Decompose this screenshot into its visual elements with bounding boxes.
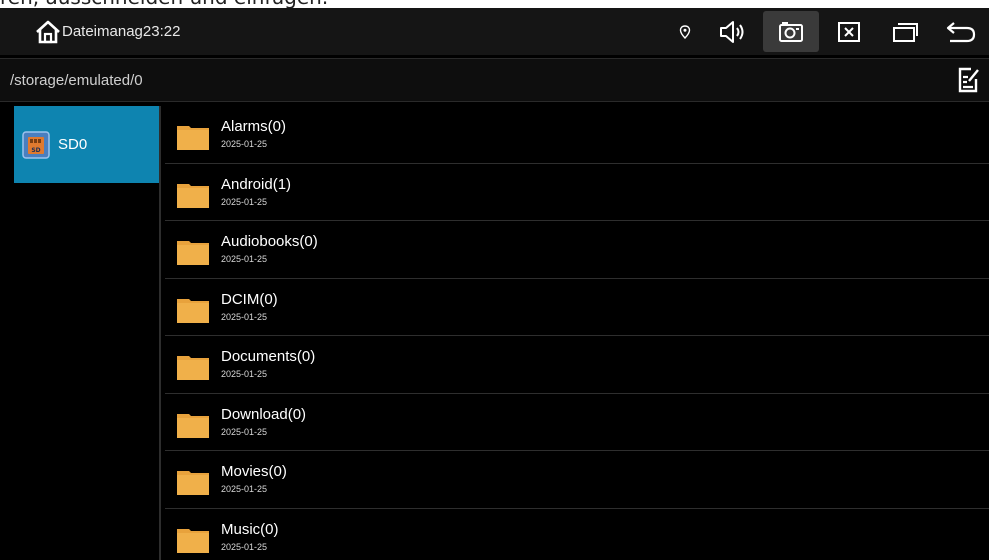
folder-name: Audiobooks(0) — [221, 233, 318, 251]
folder-icon — [177, 413, 209, 438]
sidebar-item-sd0[interactable]: SD SD0 — [14, 106, 159, 183]
list-item[interactable]: Movies(0) 2025-01-25 — [165, 451, 989, 509]
volume-button[interactable] — [705, 8, 761, 55]
current-path: /storage/emulated/0 — [10, 71, 143, 89]
folder-date: 2025-01-25 — [221, 139, 268, 150]
back-icon — [946, 21, 976, 42]
folder-date: 2025-01-25 — [221, 369, 268, 380]
file-manager-screen: Dateimanag 23:22 /storage/emulated/0 SD … — [0, 8, 989, 560]
sd-card-icon: SD — [22, 130, 50, 159]
folder-icon — [177, 241, 209, 266]
folder-icon — [177, 529, 209, 554]
folder-icon — [177, 356, 209, 381]
folder-date: 2025-01-25 — [221, 196, 268, 207]
folder-name: Movies(0) — [221, 463, 287, 481]
edit-button[interactable] — [949, 58, 989, 102]
folder-icon — [177, 183, 209, 208]
list-item[interactable]: Android(1) 2025-01-25 — [165, 164, 989, 221]
folder-date: 2025-01-25 — [221, 426, 268, 437]
screenshot-icon — [779, 21, 803, 42]
path-bar: /storage/emulated/0 — [0, 58, 989, 102]
folder-icon — [177, 471, 209, 496]
folder-date: 2025-01-25 — [221, 311, 268, 322]
clock: 23:22 — [142, 23, 181, 40]
back-button[interactable] — [933, 8, 989, 55]
folder-name: Documents(0) — [221, 348, 316, 366]
status-bar: Dateimanag 23:22 — [0, 8, 989, 55]
edit-icon — [958, 67, 979, 93]
list-item[interactable]: Download(0) 2025-01-25 — [165, 394, 989, 451]
close-window-icon — [838, 21, 860, 42]
recent-apps-icon — [893, 22, 918, 42]
sidebar-item-label: SD0 — [58, 136, 88, 153]
folder-date: 2025-01-25 — [221, 484, 268, 495]
storage-sidebar: SD SD0 — [14, 106, 161, 560]
folder-name: Download(0) — [221, 405, 307, 423]
folder-name: Alarms(0) — [221, 118, 287, 136]
location-icon — [679, 24, 691, 39]
folder-date: 2025-01-25 — [221, 542, 268, 553]
folder-name: Android(1) — [221, 175, 292, 193]
folder-name: DCIM(0) — [221, 290, 278, 308]
file-list: Alarms(0) 2025-01-25 Android(1) 2025-01-25… — [165, 106, 989, 560]
recent-apps-button[interactable] — [877, 8, 933, 55]
close-window-button[interactable] — [821, 8, 877, 55]
list-item[interactable]: Alarms(0) 2025-01-25 — [165, 106, 989, 164]
list-item[interactable]: Audiobooks(0) 2025-01-25 — [165, 221, 989, 279]
screenshot-button[interactable] — [763, 11, 819, 52]
list-item[interactable]: Documents(0) 2025-01-25 — [165, 336, 989, 394]
folder-date: 2025-01-25 — [221, 254, 268, 265]
folder-icon — [177, 298, 209, 323]
caption-text: ren, ausschneiden und einfügen. — [0, 0, 989, 8]
list-item[interactable]: Music(0) 2025-01-25 — [165, 509, 989, 560]
app-title: Dateimanag — [62, 23, 143, 40]
list-item[interactable]: DCIM(0) 2025-01-25 — [165, 279, 989, 336]
location-indicator — [665, 8, 705, 55]
folder-name: Music(0) — [221, 521, 279, 539]
svg-text:SD: SD — [31, 147, 40, 154]
volume-icon — [720, 20, 744, 43]
folder-icon — [177, 126, 209, 151]
status-icons — [665, 8, 989, 55]
